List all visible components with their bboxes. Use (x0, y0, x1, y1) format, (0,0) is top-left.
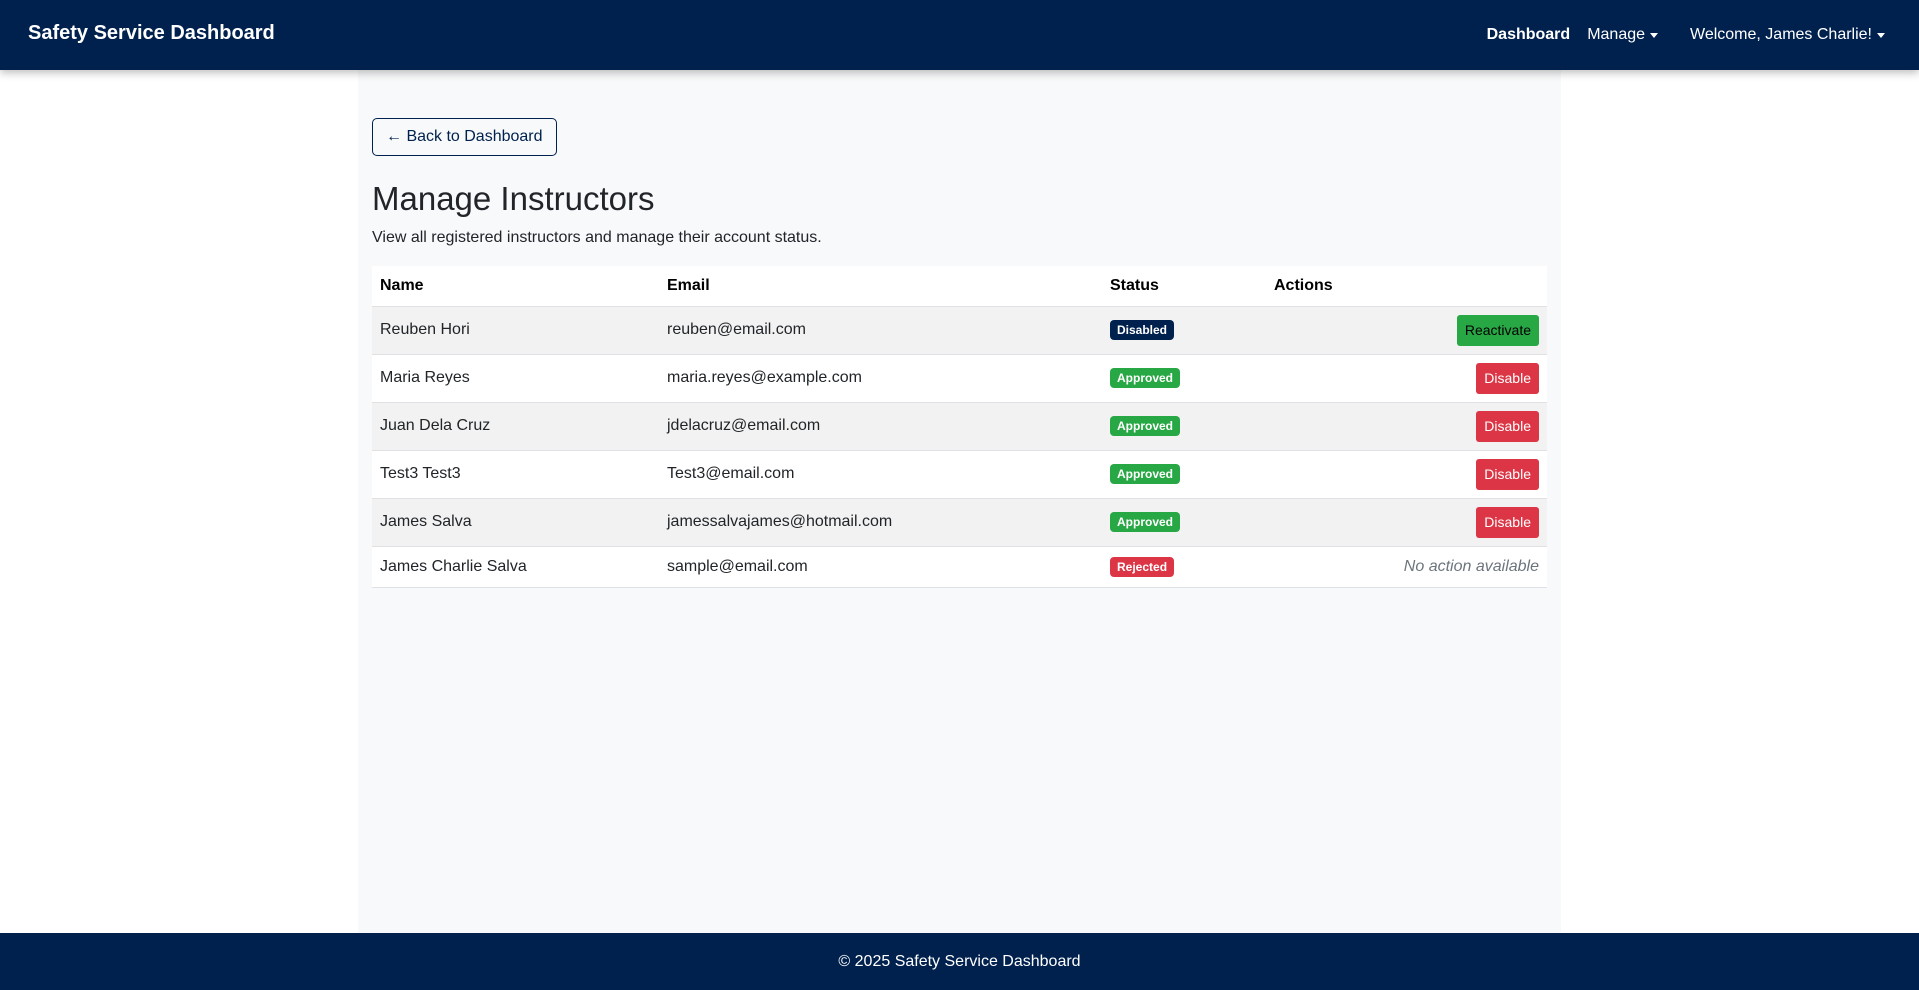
cell-status: Approved (1102, 354, 1266, 403)
cell-status: Approved (1102, 498, 1266, 547)
cell-actions: Disable (1266, 450, 1547, 499)
cell-status: Approved (1102, 450, 1266, 499)
cell-status: Rejected (1102, 546, 1266, 588)
nav-user-dropdown[interactable]: Welcome, James Charlie! (1690, 26, 1885, 44)
top-navbar: Safety Service Dashboard Dashboard Manag… (0, 0, 1919, 70)
cell-actions: No action available (1266, 546, 1547, 588)
disable-button[interactable]: Disable (1476, 506, 1539, 538)
column-header-status: Status (1102, 266, 1266, 307)
disable-button[interactable]: Disable (1476, 458, 1539, 490)
column-header-email: Email (659, 266, 1102, 307)
nav-dashboard-link[interactable]: Dashboard (1487, 26, 1571, 44)
nav-manage-label: Manage (1587, 26, 1646, 43)
status-badge: Disabled (1110, 320, 1175, 340)
status-badge: Approved (1110, 368, 1181, 388)
cell-actions: Disable (1266, 402, 1547, 451)
navbar-menu: Dashboard Manage Welcome, James Charlie! (1487, 0, 1885, 70)
page-subtitle: View all registered instructors and mana… (372, 229, 822, 246)
main-content: ← Back to Dashboard Manage Instructors V… (358, 70, 1561, 933)
page-footer: © 2025 Safety Service Dashboard (0, 933, 1919, 990)
column-header-name: Name (372, 266, 659, 307)
table-row: Reuben Hori reuben@email.com Disabled Re… (372, 306, 1547, 355)
cell-name: James Charlie Salva (372, 546, 659, 588)
caret-down-icon (1650, 32, 1659, 38)
table-body: Reuben Hori reuben@email.com Disabled Re… (372, 306, 1547, 588)
status-badge: Approved (1110, 512, 1181, 532)
cell-email: jamessalvajames@hotmail.com (659, 498, 1102, 547)
cell-name: James Salva (372, 498, 659, 547)
cell-email: Test3@email.com (659, 450, 1102, 499)
cell-name: Reuben Hori (372, 306, 659, 355)
status-badge: Approved (1110, 464, 1181, 484)
table-row: Maria Reyes maria.reyes@example.com Appr… (372, 354, 1547, 403)
cell-name: Maria Reyes (372, 354, 659, 403)
table-header-row: Name Email Status Actions (372, 266, 1547, 307)
instructors-table: Name Email Status Actions Reuben Hori re… (372, 266, 1547, 588)
cell-actions: Disable (1266, 354, 1547, 403)
column-header-actions: Actions (1266, 266, 1547, 307)
cell-name: Juan Dela Cruz (372, 402, 659, 451)
cell-status: Approved (1102, 402, 1266, 451)
disable-button[interactable]: Disable (1476, 362, 1539, 394)
brand-logo-link[interactable]: Safety Service Dashboard (28, 22, 275, 45)
cell-status: Disabled (1102, 306, 1266, 355)
nav-user-label: Welcome, James Charlie! (1690, 26, 1872, 43)
page-title: Manage Instructors (372, 180, 655, 217)
back-to-dashboard-button[interactable]: ← Back to Dashboard (372, 118, 557, 156)
table-row: James Charlie Salva sample@email.com Rej… (372, 546, 1547, 588)
table-row: Juan Dela Cruz jdelacruz@email.com Appro… (372, 402, 1547, 451)
cell-email: maria.reyes@example.com (659, 354, 1102, 403)
nav-dashboard-label: Dashboard (1486, 26, 1571, 43)
cell-email: jdelacruz@email.com (659, 402, 1102, 451)
cell-email: sample@email.com (659, 546, 1102, 588)
status-badge: Rejected (1110, 556, 1175, 577)
nav-manage-dropdown[interactable]: Manage (1587, 26, 1659, 44)
status-badge: Approved (1110, 416, 1181, 436)
table-row: James Salva jamessalvajames@hotmail.com … (372, 498, 1547, 547)
footer-copyright: © 2025 Safety Service Dashboard (838, 952, 1081, 970)
table-row: Test3 Test3 Test3@email.com Approved Dis… (372, 450, 1547, 499)
cell-actions: Disable (1266, 498, 1547, 547)
cell-name: Test3 Test3 (372, 450, 659, 499)
no-action-text: No action available (1403, 557, 1539, 575)
caret-down-icon (1877, 32, 1885, 38)
reactivate-button[interactable]: Reactivate (1456, 314, 1539, 346)
disable-button[interactable]: Disable (1476, 410, 1539, 442)
cell-actions: Reactivate (1266, 306, 1547, 355)
cell-email: reuben@email.com (659, 306, 1102, 355)
